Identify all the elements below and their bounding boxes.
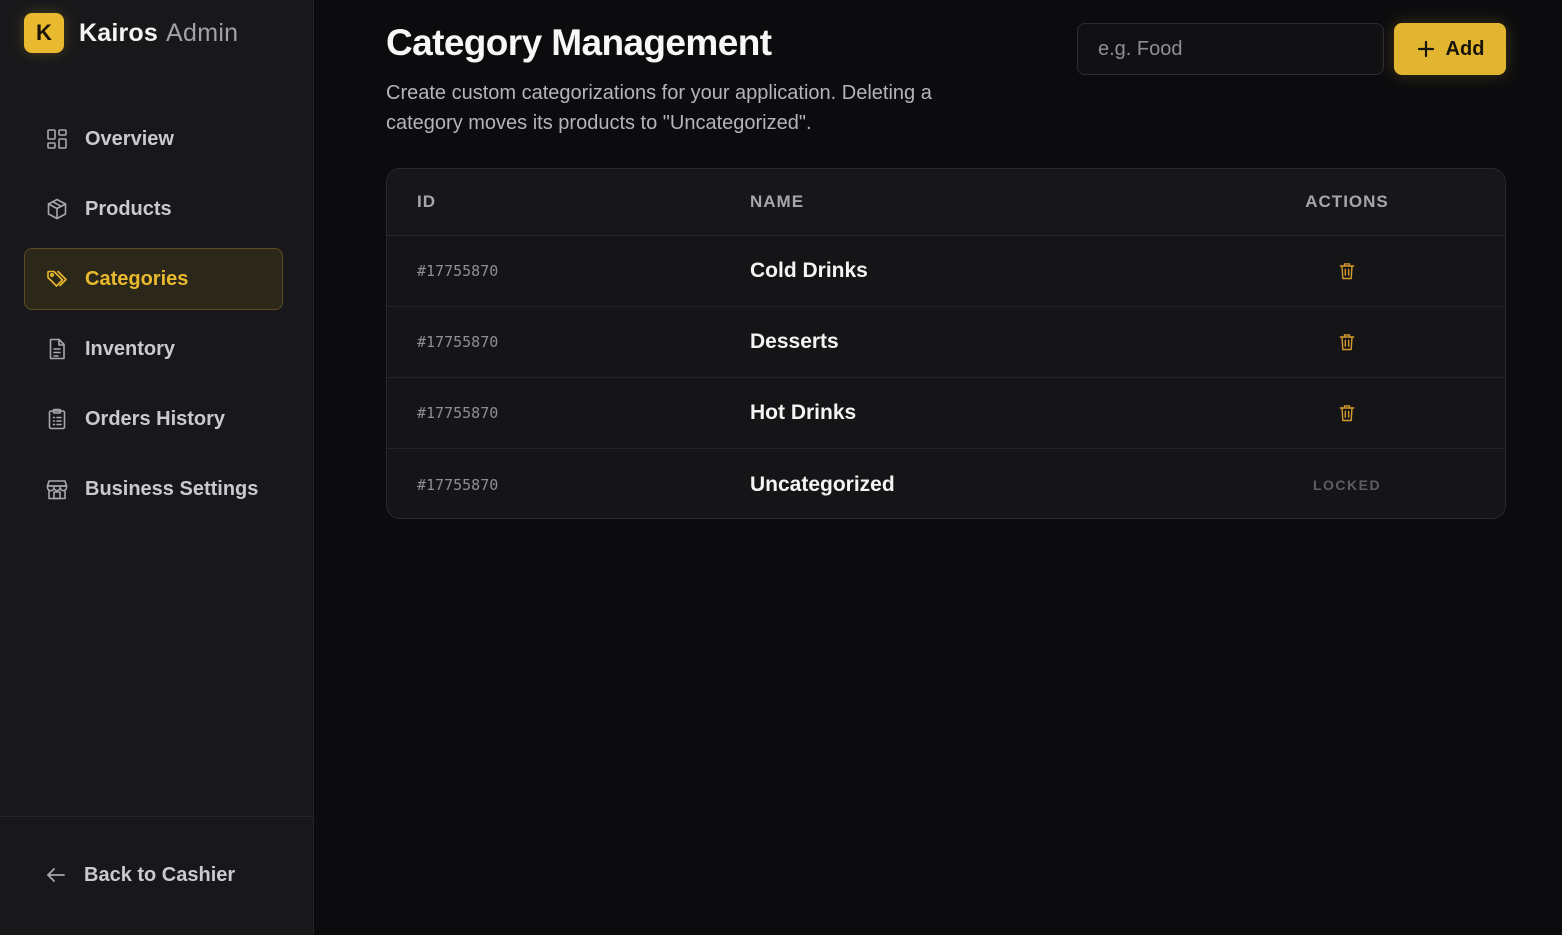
trash-icon [1339, 405, 1355, 422]
delete-category-button[interactable] [1335, 259, 1359, 283]
tags-icon [45, 267, 69, 291]
row-actions [1267, 401, 1427, 425]
sidebar-item-label: Business Settings [85, 477, 259, 500]
brand-logo: K [24, 13, 64, 53]
back-to-cashier-label: Back to Cashier [84, 863, 236, 886]
sidebar-item-categories[interactable]: Categories [24, 248, 283, 310]
plus-icon [1417, 40, 1434, 58]
row-actions [1267, 259, 1427, 283]
back-to-cashier-link[interactable]: Back to Cashier [44, 863, 235, 887]
table-row: #17755870 Uncategorized LOCKED [387, 449, 1505, 518]
sidebar-item-label: Products [85, 197, 172, 220]
locked-label: LOCKED [1312, 476, 1382, 493]
category-name: Uncategorized [750, 472, 895, 496]
sidebar-item-inventory[interactable]: Inventory [24, 318, 283, 380]
categories-table: ID NAME ACTIONS #17755870 Cold Drinks #1… [386, 168, 1506, 519]
row-actions [1267, 330, 1427, 354]
sidebar-footer: Back to Cashier [0, 816, 313, 935]
sidebar-item-label: Inventory [85, 337, 176, 360]
column-header-actions: ACTIONS [1305, 192, 1389, 211]
main-content: Category Management Create custom catego… [314, 0, 1562, 935]
box-icon [45, 197, 69, 221]
document-icon [45, 337, 69, 361]
column-header-name: NAME [750, 192, 805, 211]
add-button-label: Add [1445, 37, 1485, 60]
category-name: Cold Drinks [750, 259, 868, 282]
clipboard-icon [45, 407, 69, 431]
table-row: #17755870 Hot Drinks [387, 378, 1505, 449]
page-title: Category Management [386, 22, 772, 63]
arrow-left-icon [47, 868, 65, 882]
sidebar-item-products[interactable]: Products [24, 178, 283, 240]
category-name-input[interactable] [1077, 23, 1384, 75]
category-id: #17755870 [417, 404, 499, 422]
category-name: Desserts [750, 330, 839, 353]
trash-icon [1339, 334, 1355, 351]
category-id: #17755870 [417, 333, 499, 351]
brand-name: Kairos [79, 18, 159, 47]
brand-subtitle: Admin [166, 18, 239, 47]
table-row: #17755870 Desserts [387, 307, 1505, 378]
delete-category-button[interactable] [1335, 330, 1359, 354]
sidebar-item-overview[interactable]: Overview [24, 108, 283, 170]
category-name: Hot Drinks [750, 401, 857, 424]
sidebar-item-label: Orders History [85, 407, 226, 430]
app-root: K Kairos Admin Overview Products Categor… [0, 0, 1562, 935]
sidebar-item-label: Overview [85, 127, 174, 150]
grid-icon [45, 127, 69, 151]
category-id: #17755870 [417, 475, 499, 494]
page-description: Create custom categorizations for your a… [386, 82, 932, 134]
trash-icon [1339, 263, 1355, 280]
delete-category-button[interactable] [1335, 401, 1359, 425]
category-id: #17755870 [417, 262, 499, 280]
column-header-id: ID [417, 192, 436, 211]
row-actions: LOCKED [1267, 477, 1427, 493]
brand: K Kairos Admin [24, 13, 238, 53]
table-row: #17755870 Cold Drinks [387, 236, 1505, 307]
sidebar-nav: Overview Products Categories Inventory O… [24, 108, 283, 528]
store-icon [45, 477, 69, 501]
table-header: ID NAME ACTIONS [387, 169, 1505, 236]
sidebar-item-orders-history[interactable]: Orders History [24, 388, 283, 450]
sidebar: K Kairos Admin Overview Products Categor… [0, 0, 314, 935]
sidebar-item-business-settings[interactable]: Business Settings [24, 458, 283, 520]
add-category-button[interactable]: Add [1394, 23, 1506, 75]
sidebar-item-label: Categories [85, 267, 189, 290]
